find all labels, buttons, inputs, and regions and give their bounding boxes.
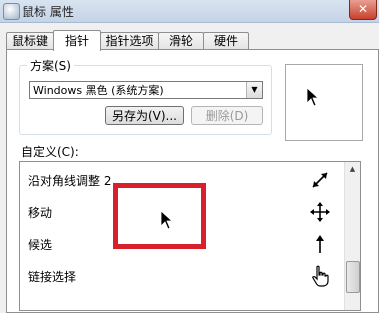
window-title: 鼠标 属性 [22,5,74,19]
cursor-preview [285,64,363,141]
scheme-selected-value: Windows 黑色 (系统方案) [33,84,164,97]
diagonal-resize-icon [312,172,328,188]
scroll-up-icon[interactable]: ▲ [345,162,360,176]
tab-buttons[interactable]: 鼠标键 [6,32,54,50]
title-bar: 鼠标 属性 ✕ [0,0,379,23]
tab-pointers[interactable]: 指针 [53,30,101,51]
move-icon [310,202,330,222]
close-button[interactable]: ✕ [349,0,377,20]
scheme-dropdown[interactable]: Windows 黑色 (系统方案) ▼ [29,81,263,99]
tab-pointer-options[interactable]: 指针选项 [100,32,159,50]
mouse-properties-app-icon [3,3,20,20]
save-as-button[interactable]: 另存为(V)... [105,106,184,125]
customize-label: 自定义(C): [21,145,79,159]
hand-pointer-icon [312,265,329,287]
tab-wheel[interactable]: 滑轮 [158,32,204,50]
scroll-thumb[interactable] [346,261,360,293]
list-item-label: 链接选择 [28,270,77,284]
delete-button[interactable]: 删除(D) [191,106,263,125]
scheme-label: 方案(S) [27,57,74,74]
tab-hardware[interactable]: 硬件 [203,32,249,50]
list-item-label: 移动 [28,206,53,220]
arrow-cursor-icon [306,87,320,107]
arrow-cursor-icon [160,210,174,230]
list-item-label: 候选 [28,238,53,252]
list-item-label: 沿对角线调整 2 [28,174,112,188]
up-arrow-icon [316,235,324,253]
list-scrollbar[interactable]: ▲ [344,162,360,310]
list-item[interactable]: 链接选择 [20,260,344,292]
chevron-down-icon[interactable]: ▼ [246,82,262,98]
